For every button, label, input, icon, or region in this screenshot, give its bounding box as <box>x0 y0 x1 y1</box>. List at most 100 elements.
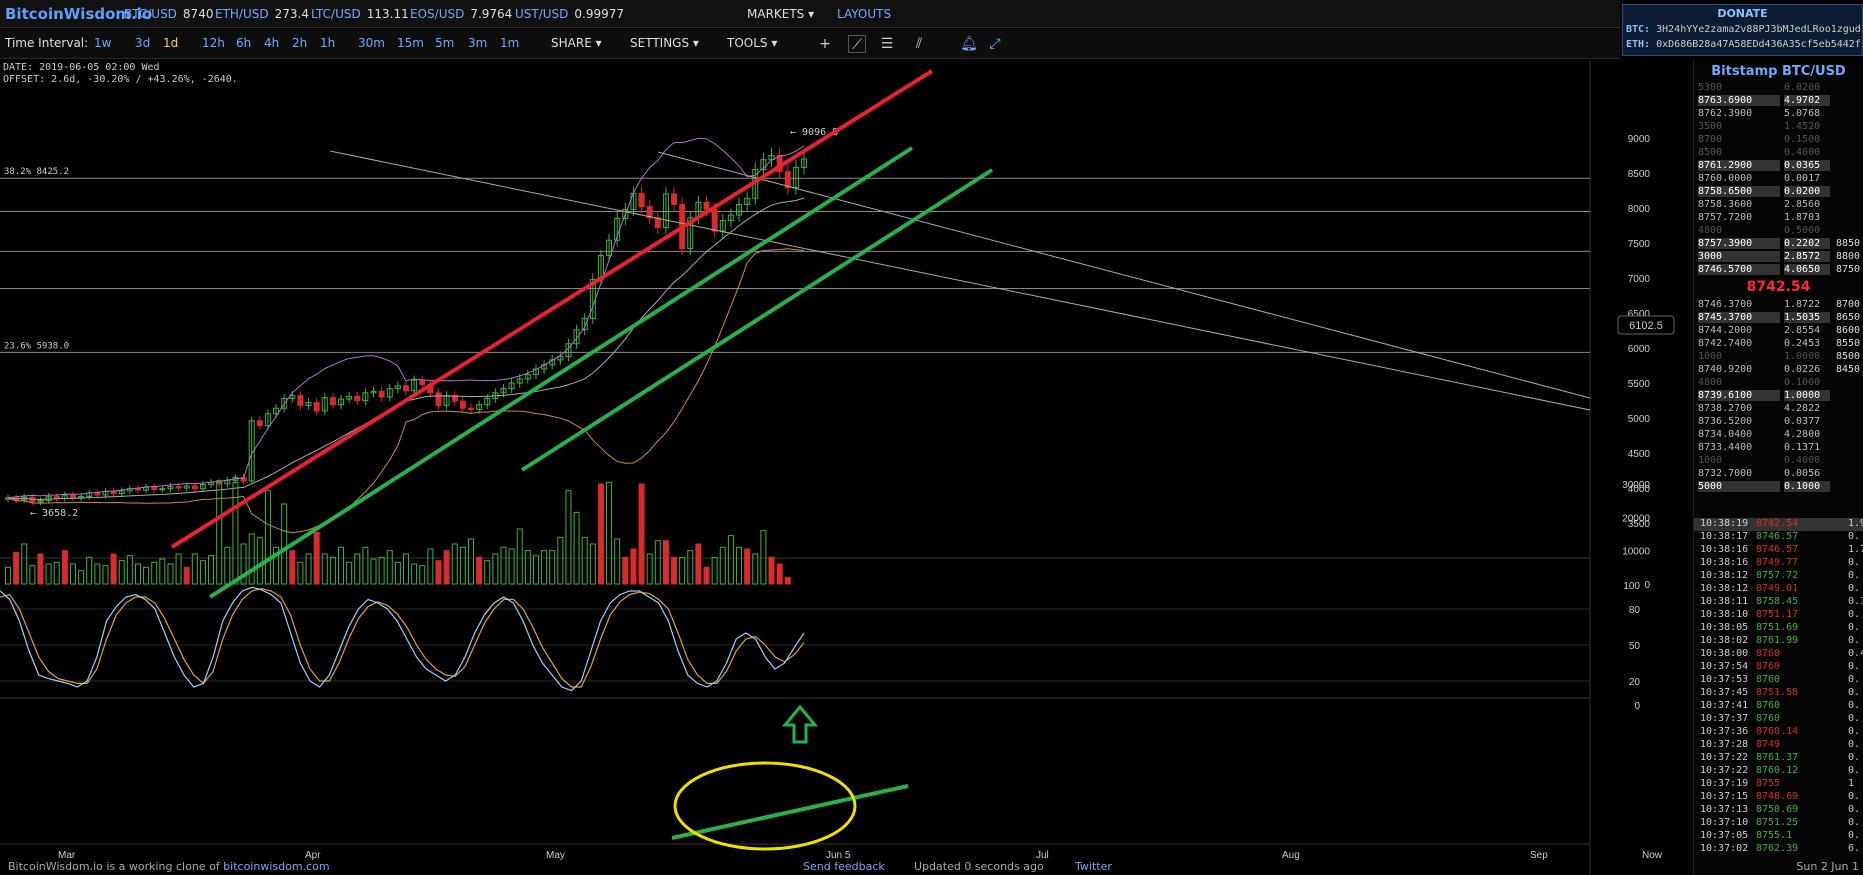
trade-time: 10:38:17 <box>1700 531 1749 542</box>
bid-row[interactable]: 4800 0.1000 <box>1694 377 1863 390</box>
price-tick-label: 5000 <box>1628 414 1651 425</box>
trade-price: 8750.69 <box>1756 804 1799 815</box>
btc-address[interactable]: BTC: 3H24hYYe2zama2v88PJ3bMJedLRoo1zgud <box>1623 24 1862 35</box>
horizontal-line-tool-icon[interactable]: ☰ <box>878 35 896 53</box>
volume-bar <box>329 556 336 585</box>
ticker-eth[interactable]: ETH/USD 273.4 <box>215 7 309 21</box>
bid-row[interactable]: 8733.4400 0.1371 <box>1694 442 1863 455</box>
ticker-ust[interactable]: UST/USD 0.99977 <box>515 7 624 21</box>
interval-30m[interactable]: 30m <box>358 36 385 50</box>
bids-list: 8746.3700 1.8722 8700 8745.3700 1.5035 8650 87… <box>1694 299 1863 494</box>
chevron-down-icon: ▾ <box>692 36 699 50</box>
twitter-link[interactable]: Twitter <box>1075 860 1112 873</box>
donate-box: DONATE BTC: 3H24hYYe2zama2v88PJ3bMJedLRo… <box>1622 4 1863 56</box>
bid-row[interactable]: 1000 0.4000 <box>1694 455 1863 468</box>
ask-row[interactable]: 8762.3900 5.0768 <box>1694 108 1863 121</box>
crosshair-icon[interactable]: + <box>816 35 834 53</box>
layouts-link[interactable]: LAYOUTS <box>837 7 891 21</box>
trade-time: 10:37:53 <box>1700 674 1749 685</box>
interval-3m[interactable]: 3m <box>468 36 487 50</box>
bid-row[interactable]: 8734.0400 4.2800 <box>1694 429 1863 442</box>
bid-row[interactable]: 8742.7400 0.2453 8550 <box>1694 338 1863 351</box>
trade-amount: 0. <box>1848 817 1861 828</box>
interval-1w[interactable]: 1w <box>94 36 111 50</box>
trade-row: 10:38:12 8749.01 0. <box>1694 583 1863 596</box>
interval-2h[interactable]: 2h <box>292 36 307 50</box>
send-feedback-link[interactable]: Send feedback <box>803 860 885 873</box>
interval-4h[interactable]: 4h <box>264 36 279 50</box>
volume-bar <box>53 561 60 585</box>
ticker-btc[interactable]: BTC/USD 8740 <box>124 7 213 21</box>
volume-bar <box>484 560 491 585</box>
interval-3d[interactable]: 3d <box>135 36 150 50</box>
order-price: 8742.7400 <box>1698 338 1753 349</box>
asks-list: 5300 0.0200 8763.6900 4.9702 8762.3900 5.0768… <box>1694 82 1863 277</box>
trade-row: 10:37:19 8755 1 <box>1694 778 1863 791</box>
price-tick-label: 8000 <box>1628 204 1651 215</box>
settings-menu[interactable]: SETTINGS ▾ <box>630 36 699 50</box>
volume-bar <box>256 536 263 585</box>
tools-menu[interactable]: TOOLS ▾ <box>727 36 777 50</box>
bid-row[interactable]: 8744.2000 2.8554 8600 <box>1694 325 1863 338</box>
resistance-line <box>657 151 1591 399</box>
ask-row[interactable]: 8758.3600 2.8560 <box>1694 199 1863 212</box>
bid-row[interactable]: 8738.2700 4.2822 <box>1694 403 1863 416</box>
bid-row[interactable]: 8740.9200 0.0226 8450 <box>1694 364 1863 377</box>
ask-row[interactable]: 8761.2900 0.0365 <box>1694 160 1863 173</box>
ask-row[interactable]: 8757.3900 0.2202 8850 <box>1694 238 1863 251</box>
volume-bar <box>524 550 531 585</box>
markets-menu[interactable]: MARKETS ▾ <box>747 7 814 21</box>
trade-amount: 0. <box>1848 609 1861 620</box>
bid-row[interactable]: 8745.3700 1.5035 8650 <box>1694 312 1863 325</box>
ticker-eos[interactable]: EOS/USD 7.9764 <box>410 7 512 21</box>
trade-price: 8755 <box>1756 778 1781 789</box>
ticker-symbol: LTC/USD <box>311 7 361 21</box>
depth-level: 8850 <box>1836 238 1861 249</box>
bid-row[interactable]: 1000 1.0000 8500 <box>1694 351 1863 364</box>
bell-icon[interactable]: 🔔︎ <box>960 35 978 53</box>
bid-row[interactable]: 8736.5200 0.0377 <box>1694 416 1863 429</box>
volume-bar <box>622 556 629 585</box>
trade-amount: 0. <box>1848 687 1861 698</box>
ticker-ltc[interactable]: LTC/USD 113.11 <box>311 7 409 21</box>
ask-row[interactable]: 4800 0.5000 <box>1694 225 1863 238</box>
ask-row[interactable]: 8758.6500 0.0200 <box>1694 186 1863 199</box>
share-menu[interactable]: SHARE ▾ <box>551 36 602 50</box>
bid-row[interactable]: 5000 0.1000 <box>1694 481 1863 494</box>
interval-1d[interactable]: 1d <box>163 36 178 50</box>
interval-5m[interactable]: 5m <box>435 36 454 50</box>
fibonacci-tool-icon[interactable]: ⫽ <box>910 35 928 53</box>
ask-row[interactable]: 8763.6900 4.9702 <box>1694 95 1863 108</box>
interval-12h[interactable]: 12h <box>202 36 225 50</box>
ask-row[interactable]: 8757.7200 1.8703 <box>1694 212 1863 225</box>
volume-bar <box>394 561 401 585</box>
volume-bar <box>216 480 223 585</box>
bid-row[interactable]: 8746.3700 1.8722 8700 <box>1694 299 1863 312</box>
footer-source-link[interactable]: bitcoinwisdom.com <box>223 860 329 873</box>
ask-row[interactable]: 8746.5700 4.0650 8750 <box>1694 264 1863 277</box>
ask-row[interactable]: 3000 2.8572 8800 <box>1694 251 1863 264</box>
ask-row[interactable]: 5300 0.0200 <box>1694 82 1863 95</box>
trendline-tool-icon[interactable]: ⟋ <box>848 35 866 53</box>
fullscreen-icon[interactable]: ⤢ <box>986 35 1004 53</box>
ask-row[interactable]: 8500 0.4000 <box>1694 147 1863 160</box>
interval-15m[interactable]: 15m <box>397 36 424 50</box>
interval-1h[interactable]: 1h <box>320 36 335 50</box>
order-amount: 0.2453 <box>1784 338 1821 349</box>
donate-title[interactable]: DONATE <box>1623 5 1862 20</box>
trade-time: 10:38:10 <box>1700 609 1749 620</box>
trade-time: 10:37:45 <box>1700 687 1749 698</box>
bid-row[interactable]: 8732.7000 0.0056 <box>1694 468 1863 481</box>
order-price: 8739.6100 <box>1698 390 1780 401</box>
interval-6h[interactable]: 6h <box>236 36 251 50</box>
volume-bar <box>419 565 426 585</box>
interval-1m[interactable]: 1m <box>500 36 519 50</box>
price-chart[interactable]: 9000850080007500700065006000550050004500… <box>0 60 1693 875</box>
eth-address[interactable]: ETH: 0xD686B28a47A58EDd436A35cf5eb5442f <box>1623 39 1862 50</box>
bid-row[interactable]: 8739.6100 1.0000 <box>1694 390 1863 403</box>
ask-row[interactable]: 3500 1.4520 <box>1694 121 1863 134</box>
ask-row[interactable]: 8700 0.1500 <box>1694 134 1863 147</box>
volume-bar <box>248 533 255 585</box>
trade-amount: 0. <box>1848 804 1861 815</box>
ask-row[interactable]: 8760.0000 0.0017 <box>1694 173 1863 186</box>
